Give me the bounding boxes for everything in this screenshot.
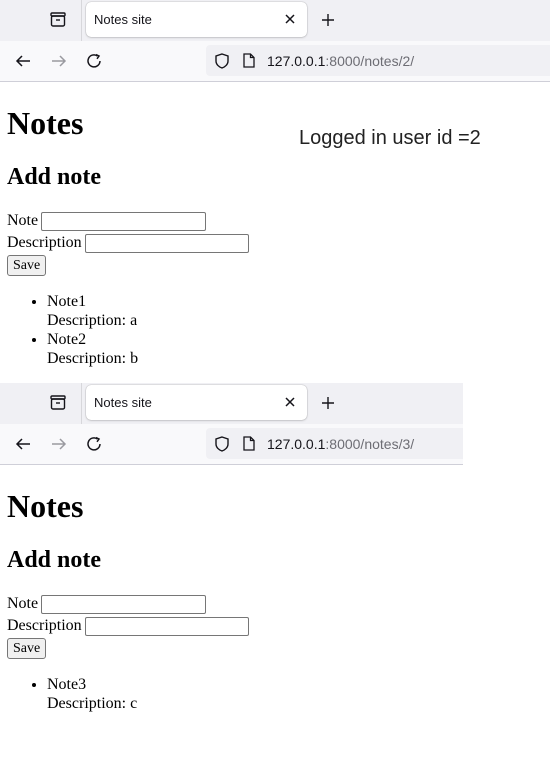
note-title: Note3 bbox=[47, 676, 87, 693]
url-text: 127.0.0.1:8000/notes/3/ bbox=[267, 436, 414, 452]
add-note-heading: Add note bbox=[7, 164, 102, 190]
list-item: Note1 Description: a bbox=[47, 292, 138, 330]
plus-icon[interactable] bbox=[320, 395, 336, 411]
shield-icon[interactable] bbox=[215, 53, 229, 69]
forward-arrow-icon[interactable] bbox=[50, 436, 68, 452]
page-icon[interactable] bbox=[243, 53, 255, 68]
notes-list: Note1 Description: a Note2 Description: … bbox=[7, 292, 138, 368]
back-arrow-icon[interactable] bbox=[14, 53, 32, 69]
shield-icon[interactable] bbox=[215, 436, 229, 452]
tab-separator bbox=[81, 0, 82, 41]
note-input[interactable] bbox=[41, 594, 207, 614]
page-title: Notes bbox=[7, 488, 84, 524]
tab-notes-site[interactable]: Notes site bbox=[86, 2, 307, 37]
plus-icon[interactable] bbox=[320, 12, 336, 28]
tab-title: Notes site bbox=[94, 395, 152, 410]
tab-list-icon[interactable] bbox=[48, 393, 68, 413]
tab-bar: Notes site bbox=[0, 0, 550, 41]
reload-icon[interactable] bbox=[86, 436, 104, 452]
page-title: Notes bbox=[7, 105, 84, 141]
note-label: Note bbox=[7, 212, 39, 229]
url-path: :8000/notes/2/ bbox=[325, 53, 415, 69]
navigation-bar: 127.0.0.1:8000/notes/3/ bbox=[0, 424, 463, 465]
url-path: :8000/notes/3/ bbox=[325, 436, 415, 452]
note-description: Description: c bbox=[47, 695, 138, 712]
close-icon[interactable] bbox=[283, 395, 297, 409]
note-description: Description: a bbox=[47, 312, 138, 329]
page-content: Notes Add note Note Description Save Not… bbox=[0, 465, 463, 766]
tab-list-icon[interactable] bbox=[48, 10, 68, 30]
page-content: Notes Logged in user id =2 Add note Note… bbox=[0, 82, 550, 383]
browser-window-2: Notes site 127.0.0.1:8000/notes/3/ Notes… bbox=[0, 383, 463, 766]
url-host: 127.0.0.1 bbox=[267, 436, 326, 452]
close-icon[interactable] bbox=[283, 12, 297, 26]
description-input[interactable] bbox=[84, 616, 249, 636]
description-input[interactable] bbox=[84, 233, 249, 253]
browser-window-1: Notes site 127.0.0.1:8000/notes/2/ Notes… bbox=[0, 0, 550, 383]
back-arrow-icon[interactable] bbox=[14, 436, 32, 452]
note-title: Note2 bbox=[47, 331, 87, 348]
notes-list: Note3 Description: c bbox=[7, 675, 137, 713]
tab-notes-site[interactable]: Notes site bbox=[86, 385, 307, 420]
list-item: Note3 Description: c bbox=[47, 675, 137, 713]
description-field-row: Description bbox=[7, 233, 249, 253]
navigation-bar: 127.0.0.1:8000/notes/2/ bbox=[0, 41, 550, 82]
note-label: Note bbox=[7, 595, 39, 612]
logged-in-status: Logged in user id =2 bbox=[299, 127, 481, 149]
tab-title: Notes site bbox=[94, 12, 152, 27]
tab-bar: Notes site bbox=[0, 383, 463, 424]
page-icon[interactable] bbox=[243, 436, 255, 451]
description-label: Description bbox=[7, 234, 82, 251]
list-item: Note2 Description: b bbox=[47, 330, 138, 368]
url-host: 127.0.0.1 bbox=[267, 53, 326, 69]
note-title: Note1 bbox=[47, 293, 87, 310]
forward-arrow-icon[interactable] bbox=[50, 53, 68, 69]
note-field-row: Note bbox=[7, 594, 207, 614]
url-text: 127.0.0.1:8000/notes/2/ bbox=[267, 53, 414, 69]
reload-icon[interactable] bbox=[86, 53, 104, 69]
add-note-heading: Add note bbox=[7, 547, 102, 573]
note-description: Description: b bbox=[47, 350, 139, 367]
note-field-row: Note bbox=[7, 211, 207, 231]
description-label: Description bbox=[7, 617, 82, 634]
note-input[interactable] bbox=[41, 211, 207, 231]
save-button[interactable]: Save bbox=[7, 255, 47, 276]
address-bar[interactable]: 127.0.0.1:8000/notes/2/ bbox=[206, 45, 550, 76]
save-button[interactable]: Save bbox=[7, 638, 47, 659]
tab-separator bbox=[81, 383, 82, 424]
description-field-row: Description bbox=[7, 616, 249, 636]
address-bar[interactable]: 127.0.0.1:8000/notes/3/ bbox=[206, 428, 463, 459]
